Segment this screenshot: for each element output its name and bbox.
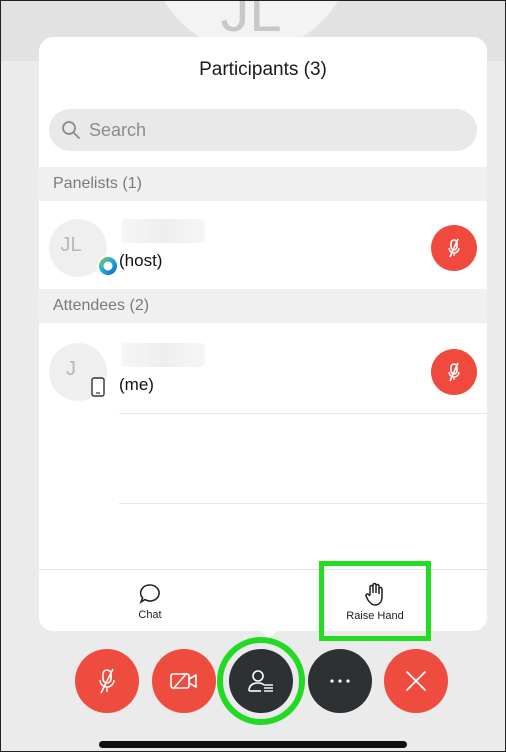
participant-row-me[interactable]: J (me)	[39, 325, 487, 417]
chat-icon	[139, 583, 160, 604]
participant-role: (me)	[119, 375, 154, 394]
host-webex-icon	[97, 255, 119, 277]
participant-mute-button[interactable]	[431, 349, 477, 395]
section-header-panelists: Panelists (1)	[39, 167, 487, 201]
search-icon	[62, 121, 80, 139]
more-icon	[330, 679, 350, 683]
search-input[interactable]	[87, 118, 451, 142]
meeting-screen: JL Participants (3) Panelists (1) JL	[0, 0, 506, 752]
participants-icon	[248, 670, 273, 692]
section-header-attendees: Attendees (2)	[39, 289, 487, 323]
chat-button[interactable]: Chat	[115, 570, 185, 631]
search-bar[interactable]	[49, 109, 477, 151]
avatar-initials: JL	[60, 233, 82, 256]
participant-row-host[interactable]: JL (host)	[39, 201, 487, 293]
avatar-initials: J	[66, 357, 76, 380]
chat-label: Chat	[138, 608, 162, 621]
participant-name-blurred	[121, 343, 205, 367]
microphone-muted-icon	[448, 238, 460, 258]
leave-button[interactable]	[384, 649, 448, 713]
raise-hand-highlight	[319, 561, 431, 641]
video-off-icon	[170, 672, 197, 690]
home-indicator	[99, 741, 407, 748]
list-divider	[119, 503, 487, 504]
list-divider	[119, 413, 487, 414]
participants-panel: Participants (3) Panelists (1) JL	[39, 37, 487, 631]
participant-role: (host)	[119, 251, 163, 270]
video-button[interactable]	[152, 649, 216, 713]
participants-button[interactable]	[229, 649, 293, 713]
close-icon	[406, 671, 426, 691]
microphone-muted-icon	[448, 362, 460, 382]
mute-button[interactable]	[75, 649, 139, 713]
more-button[interactable]	[308, 649, 372, 713]
participant-mute-button[interactable]	[431, 225, 477, 271]
phone-icon	[91, 377, 105, 397]
participant-name-blurred	[121, 219, 205, 243]
microphone-muted-icon	[99, 668, 115, 694]
panel-title: Participants (3)	[199, 59, 327, 80]
